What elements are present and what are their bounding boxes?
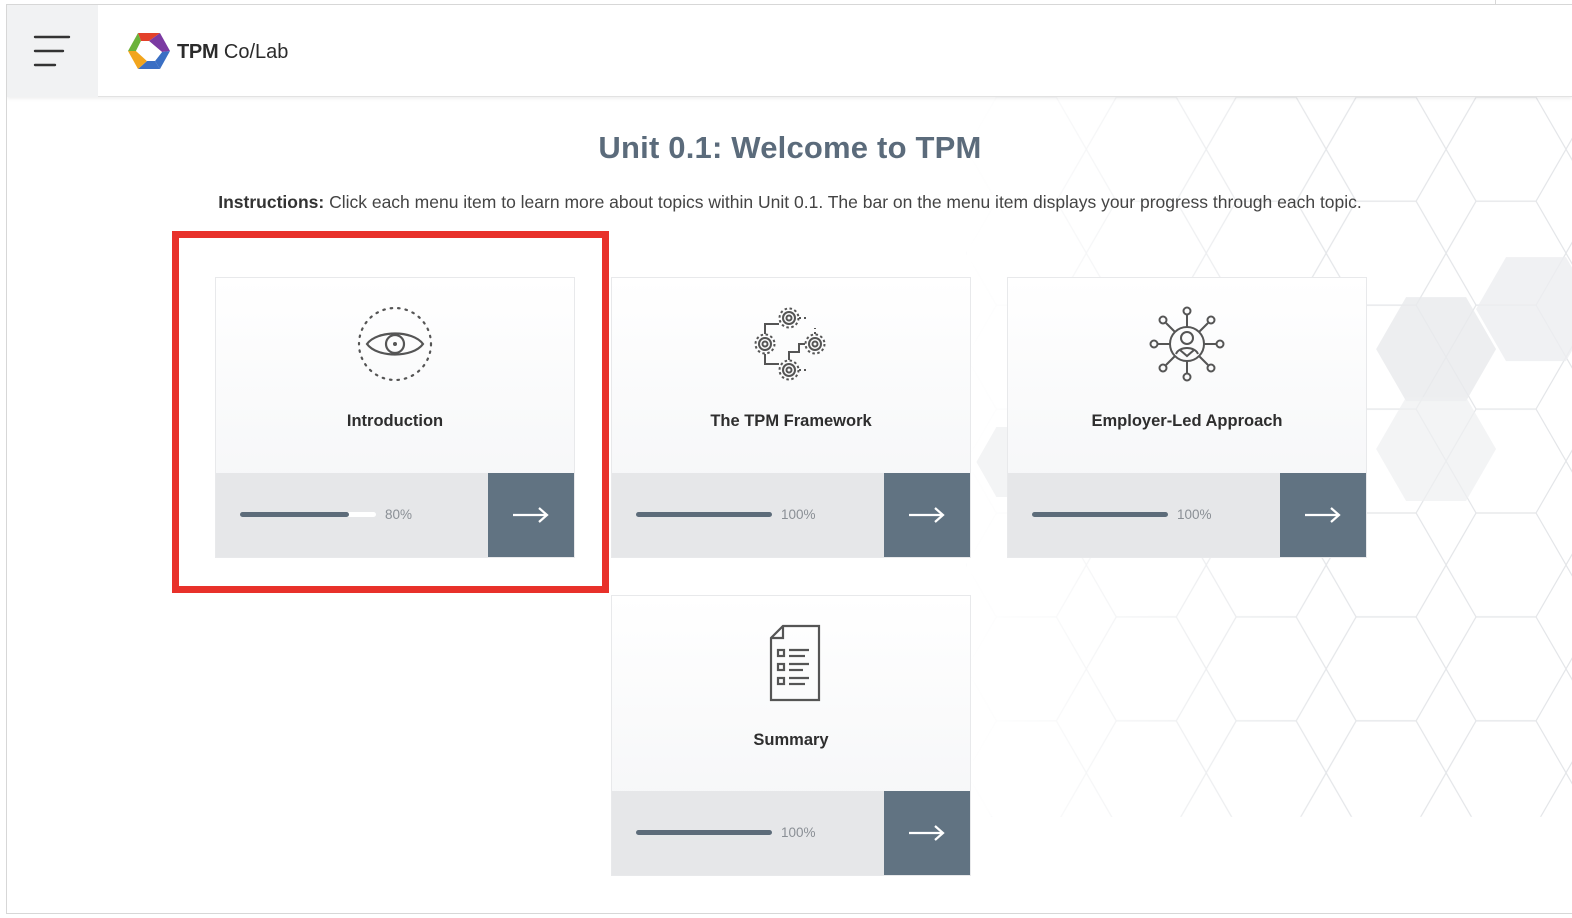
menu-card-tpm-framework[interactable]: The TPM Framework 100% <box>611 277 971 558</box>
card-label: Employer-Led Approach <box>1091 412 1283 430</box>
document-list-icon <box>769 624 821 702</box>
card-footer: 100% <box>612 791 970 875</box>
go-button[interactable] <box>884 791 970 875</box>
eye-icon <box>357 306 433 382</box>
card-label: The TPM Framework <box>710 412 872 430</box>
card-footer: 100% <box>1008 473 1366 557</box>
progress-bar <box>240 512 376 517</box>
progress-percent: 80% <box>385 507 413 522</box>
progress-percent: 100% <box>781 507 816 522</box>
hexagon-logo-icon <box>128 33 170 69</box>
card-label: Introduction <box>346 412 444 430</box>
card-footer: 80% <box>216 473 574 557</box>
top-header: TPM Co/Lab <box>7 5 1572 97</box>
menu-button[interactable] <box>7 5 98 97</box>
divider <box>1495 0 1496 4</box>
instructions-body: Click each menu item to learn more about… <box>324 192 1362 212</box>
arrow-right-icon <box>909 507 945 523</box>
arrow-right-icon <box>909 825 945 841</box>
logo-bold: TPM <box>177 40 219 63</box>
progress-bar <box>636 830 772 835</box>
go-button[interactable] <box>884 473 970 557</box>
person-network-icon <box>1149 306 1225 382</box>
logo-rest: Co/Lab <box>218 40 289 63</box>
progress-percent: 100% <box>1177 507 1212 522</box>
menu-card-summary[interactable]: Summary 100% <box>611 595 971 876</box>
progress-fill <box>1032 512 1168 517</box>
instructions-text: Instructions: Click each menu item to le… <box>217 189 1363 216</box>
logo-text: TPM Co/Lab <box>177 41 288 64</box>
progress-percent: 100% <box>781 825 816 840</box>
progress-bar <box>636 512 772 517</box>
card-label: Summary <box>753 731 829 749</box>
progress-fill <box>240 512 349 517</box>
progress-bar <box>1032 512 1168 517</box>
progress-fill <box>636 830 772 835</box>
page-title: Unit 0.1: Welcome to TPM <box>598 130 982 165</box>
menu-card-introduction[interactable]: Introduction 80% <box>215 277 575 558</box>
card-footer: 100% <box>612 473 970 557</box>
app-logo[interactable]: TPM Co/Lab <box>127 31 288 73</box>
instructions-label: Instructions: <box>218 192 325 212</box>
arrow-right-icon <box>1305 507 1341 523</box>
go-button[interactable] <box>488 473 574 557</box>
hamburger-icon <box>33 35 71 67</box>
arrow-right-icon <box>513 507 549 523</box>
app-frame: TPM Co/Lab Unit 0.1: Welcome to TPM Inst… <box>6 4 1572 914</box>
menu-card-employer-led-approach[interactable]: Employer-Led Approach 100% <box>1007 277 1367 558</box>
go-button[interactable] <box>1280 473 1366 557</box>
gears-network-icon <box>754 307 826 381</box>
progress-fill <box>636 512 772 517</box>
